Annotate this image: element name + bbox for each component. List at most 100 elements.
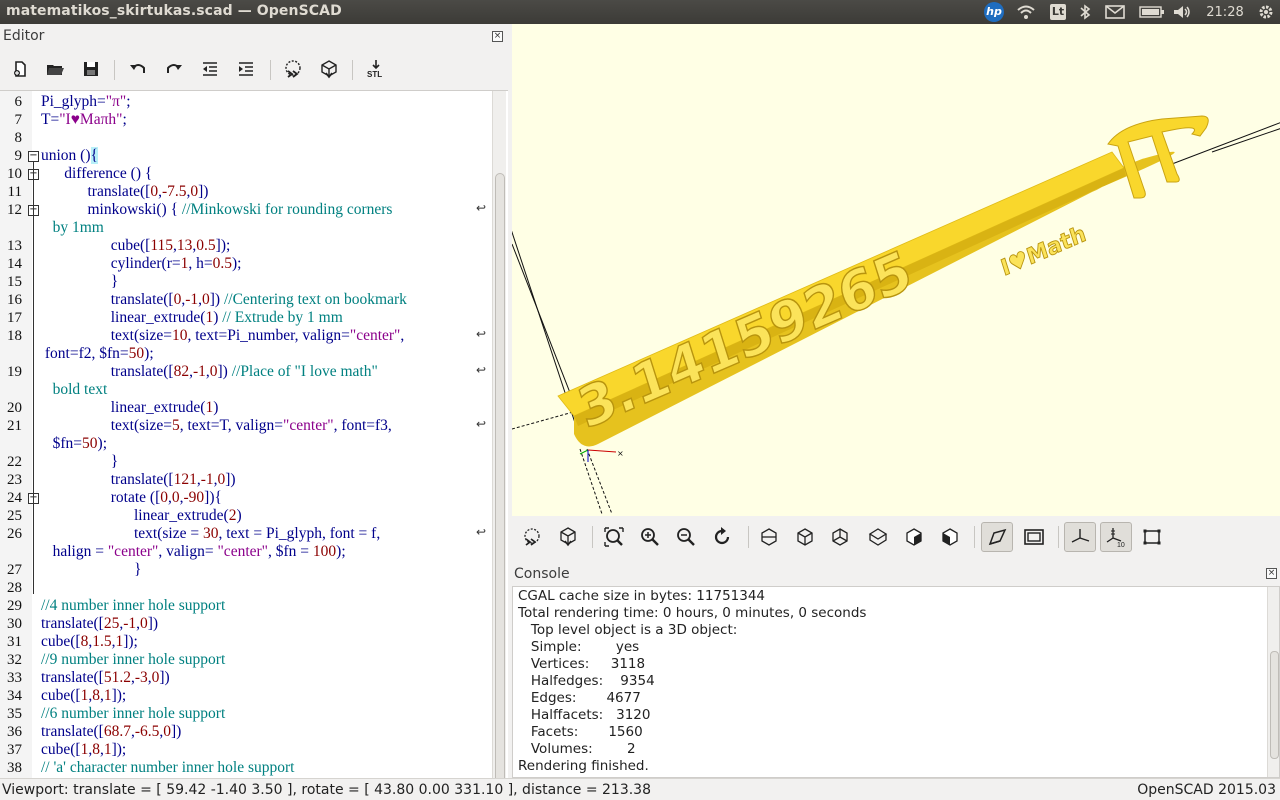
console-line: Rendering finished. xyxy=(518,758,649,774)
fold-toggle-icon[interactable]: − xyxy=(28,151,39,162)
line-number: 21 xyxy=(7,418,22,434)
show-axes-icon[interactable] xyxy=(1064,522,1096,552)
indent-icon[interactable] xyxy=(231,56,261,82)
new-file-icon[interactable] xyxy=(5,56,35,82)
view-all-icon[interactable] xyxy=(598,522,630,552)
editor-scroll-thumb[interactable] xyxy=(495,173,505,778)
undo-icon[interactable] xyxy=(123,56,153,82)
view-left-icon[interactable] xyxy=(862,522,894,552)
preview-icon[interactable] xyxy=(278,56,308,82)
console-scroll-thumb[interactable] xyxy=(1270,651,1279,759)
keyboard-layout-label: Lt xyxy=(1049,4,1067,20)
line-number: 23 xyxy=(7,472,22,488)
render-icon[interactable] xyxy=(314,56,344,82)
code-line: text(size=5, text=T, valign="center", fo… xyxy=(41,417,392,434)
openscad-window: matematikos_skirtukas.scad — OpenSCAD hp… xyxy=(0,0,1280,800)
y-axis xyxy=(579,449,589,455)
zoom-in-icon[interactable] xyxy=(634,522,666,552)
preview-icon[interactable] xyxy=(516,522,548,552)
console-vertical-scrollbar[interactable] xyxy=(1267,587,1279,777)
line-number: 36 xyxy=(7,724,22,740)
save-icon[interactable] xyxy=(76,56,106,82)
line-wrap-icon: ↩ xyxy=(476,525,487,539)
version-label: OpenSCAD 2015.03 xyxy=(1137,782,1276,798)
bluetooth-icon[interactable] xyxy=(1076,3,1094,21)
mail-icon[interactable] xyxy=(1103,3,1127,21)
code-line: font=f2, $fn=50); xyxy=(41,345,154,362)
battery-icon[interactable] xyxy=(1137,3,1167,21)
editor-vertical-scrollbar[interactable] xyxy=(492,91,506,778)
code-line: translate([82,-1,0]) //Place of "I love … xyxy=(41,363,378,380)
code-line: text(size = 30, text = Pi_glyph, font = … xyxy=(41,525,381,542)
viewport-status: Viewport: translate = [ 59.42 -1.40 3.50… xyxy=(2,782,651,798)
editor-header: Editor × xyxy=(0,24,508,50)
line-number: 14 xyxy=(7,256,22,272)
volume-icon[interactable] xyxy=(1171,3,1193,21)
fold-guide xyxy=(33,162,34,594)
code-line: //9 number inner hole support xyxy=(41,651,226,668)
code-line: rotate ([0,0,-90]){ xyxy=(41,489,222,506)
show-edges-icon[interactable] xyxy=(1136,522,1168,552)
code-line: } xyxy=(41,453,119,470)
wifi-icon[interactable] xyxy=(1014,3,1038,21)
code-line: text(size=10, text=Pi_number, valign="ce… xyxy=(41,327,405,344)
console-close-icon[interactable]: × xyxy=(1266,568,1277,579)
hp-icon[interactable]: hp xyxy=(983,2,1005,22)
console-line: Facets: 1560 xyxy=(518,724,643,740)
code-line: linear_extrude(1) // Extrude by 1 mm xyxy=(41,309,343,326)
perspective-icon[interactable] xyxy=(981,522,1013,552)
console-output[interactable]: CGAL cache size in bytes: 11751344 Total … xyxy=(512,586,1280,778)
view-top-icon[interactable] xyxy=(789,522,821,552)
line-number: 15 xyxy=(7,274,22,290)
line-number: 13 xyxy=(7,238,22,254)
console-line: Simple: yes xyxy=(518,639,640,655)
settings-gear-icon[interactable] xyxy=(1255,3,1277,21)
code-line: linear_extrude(2) xyxy=(41,507,242,524)
code-line: translate([0,-1,0]) //Centering text on … xyxy=(41,291,407,308)
line-number: 22 xyxy=(7,454,22,470)
orthogonal-icon[interactable] xyxy=(1018,522,1050,552)
editor-toolbar: STL xyxy=(0,50,508,90)
view-right-icon[interactable] xyxy=(753,522,785,552)
line-number: 28 xyxy=(7,580,22,596)
export-stl-icon[interactable]: STL xyxy=(361,56,391,82)
editor-title: Editor xyxy=(3,28,45,44)
reset-view-icon[interactable] xyxy=(706,522,738,552)
line-number: 24 xyxy=(7,490,22,506)
code-line: cube([1,8,1]); xyxy=(41,687,127,704)
code-line: cube([8,1.5,1]); xyxy=(41,633,138,650)
view-front-icon[interactable] xyxy=(898,522,930,552)
code-line: translate([51.2,-3,0]) xyxy=(41,669,170,686)
bookmark-model: 3.14159265 I♥Math xyxy=(557,115,1209,447)
keyboard-layout-indicator[interactable]: Lt xyxy=(1047,3,1069,21)
line-number: 29 xyxy=(7,598,22,614)
code-line: by 1mm xyxy=(52,219,104,236)
view-bottom-icon[interactable] xyxy=(824,522,856,552)
open-file-icon[interactable] xyxy=(40,56,70,82)
line-number: 27 xyxy=(7,562,22,578)
model-render: × z 3.14159265 I♥Math xyxy=(512,115,1280,515)
line-number: 32 xyxy=(7,652,22,668)
line-number: 10 xyxy=(7,166,22,182)
code-line: minkowski() { //Minkowski for rounding c… xyxy=(41,201,393,218)
render-icon[interactable] xyxy=(552,522,584,552)
line-number: 35 xyxy=(7,706,22,722)
line-number: 30 xyxy=(7,616,22,632)
line-number: 16 xyxy=(7,292,22,308)
unindent-icon[interactable] xyxy=(195,56,225,82)
code-line: $fn=50); xyxy=(41,435,107,452)
view-back-icon[interactable] xyxy=(934,522,966,552)
code-line: difference () { xyxy=(41,165,153,182)
zoom-out-icon[interactable] xyxy=(670,522,702,552)
show-scale-markers-icon[interactable]: 10 xyxy=(1100,522,1132,552)
redo-icon[interactable] xyxy=(159,56,189,82)
3d-viewport[interactable]: × z 3.14159265 I♥Math xyxy=(512,24,1280,516)
console-panel: Console × CGAL cache size in bytes: 1175… xyxy=(512,562,1280,778)
status-bar: Viewport: translate = [ 59.42 -1.40 3.50… xyxy=(0,778,1280,800)
top-panel: matematikos_skirtukas.scad — OpenSCAD hp… xyxy=(0,0,1280,24)
editor-close-icon[interactable]: × xyxy=(492,31,503,42)
code-line: cube([1,8,1]); xyxy=(41,741,127,758)
code-editor[interactable]: 6 7 8 9 10 11 12 13 14 15 16 17 18 19 20 21 22 23 24 25 26 27… xyxy=(0,90,508,778)
clock[interactable]: 21:28 xyxy=(1205,3,1245,21)
code-line: Pi_glyph="π"; xyxy=(41,93,131,110)
